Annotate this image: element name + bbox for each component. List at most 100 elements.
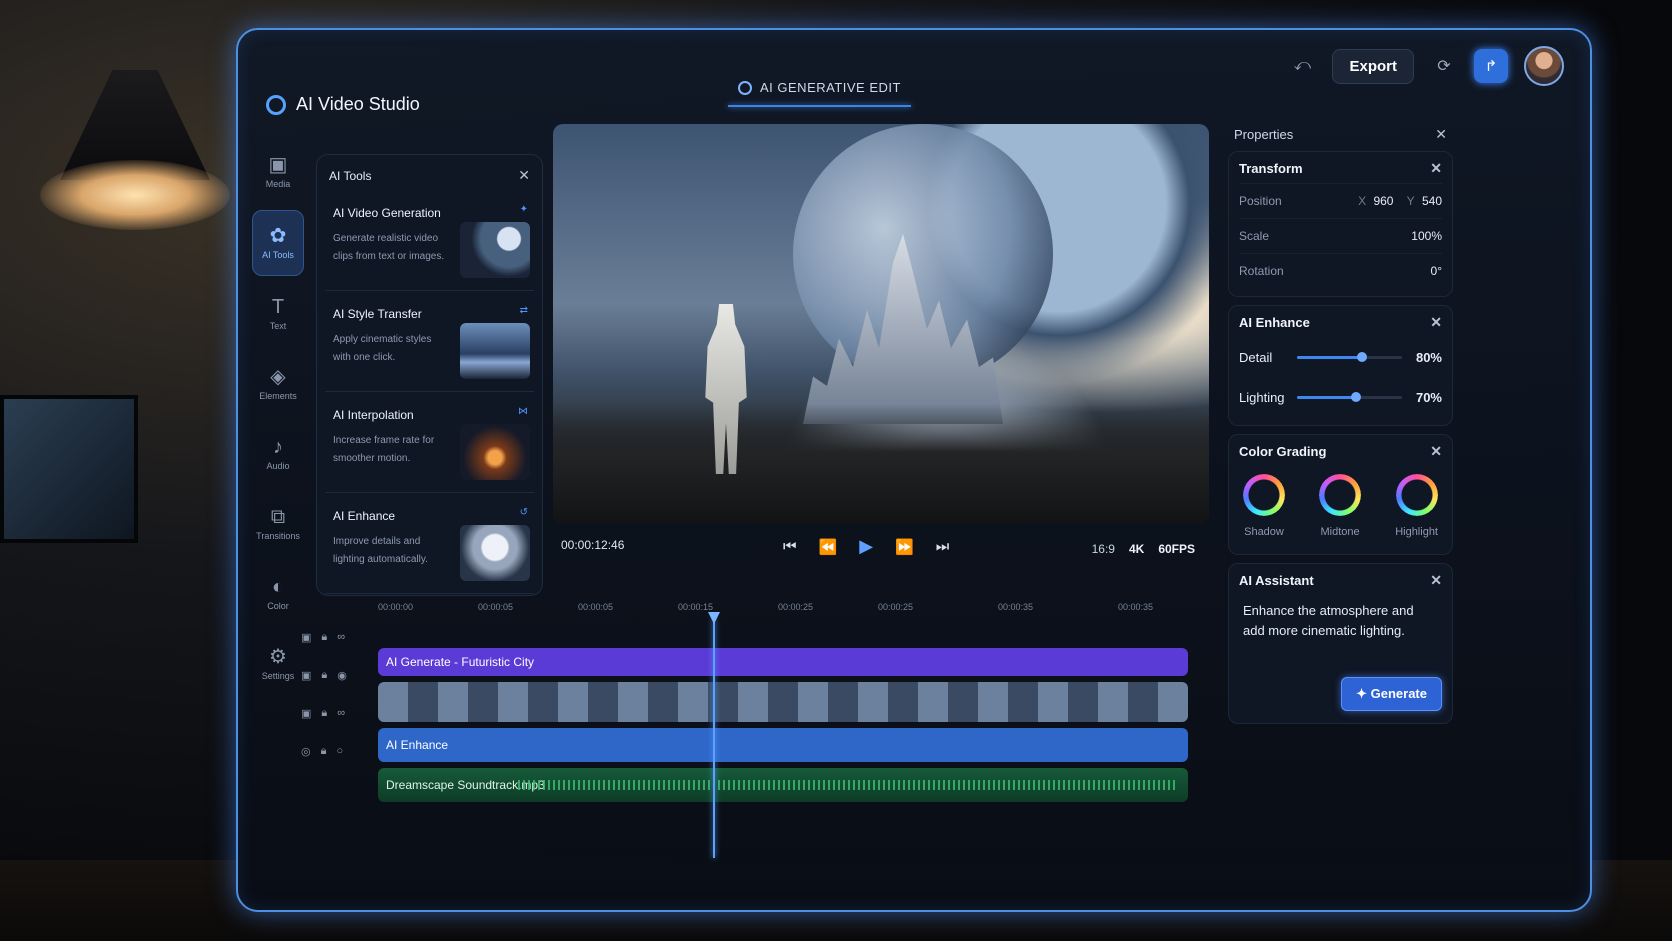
video-track-icon[interactable]: ▣ — [301, 669, 311, 682]
video-track-icon[interactable]: ▣ — [301, 631, 311, 644]
sidebar-item-elements[interactable]: ◈ Elements — [252, 352, 304, 416]
timeline-clip-enhance[interactable]: AI Enhance — [378, 728, 1188, 762]
export-button[interactable]: Export — [1332, 48, 1414, 84]
color-icon: ◐ — [271, 576, 285, 598]
sidebar-item-transitions[interactable]: ⧉ Transitions — [252, 492, 304, 556]
sidebar-item-ai-tools[interactable]: ✿ AI Tools — [252, 210, 304, 276]
tool-card-desc: Increase frame rate for smoother motion. — [333, 435, 435, 464]
skip-start-icon[interactable]: ⏮ — [783, 538, 797, 555]
refresh-icon[interactable]: ⟳ — [1430, 52, 1458, 80]
timeline-clip-generate[interactable]: AI Generate - Futuristic City — [378, 648, 1188, 676]
lock-icon[interactable]: 🔒︎ — [321, 669, 327, 682]
step-back-icon[interactable]: ⏪ — [819, 538, 838, 556]
text-icon: T — [271, 296, 285, 318]
resolution-badge[interactable]: 4K — [1129, 542, 1144, 556]
tool-card-video-generation[interactable]: AI Video Generation Generate realistic v… — [325, 198, 534, 291]
wheel-label: Shadow — [1244, 526, 1284, 538]
color-grading-header: Color Grading ✕ — [1239, 443, 1442, 460]
sidebar-item-media[interactable]: ▣ Media — [252, 140, 304, 204]
scale-label: Scale — [1239, 229, 1270, 243]
step-forward-icon[interactable]: ⏩ — [895, 538, 914, 556]
lighting-slider-row: Lighting 70% — [1239, 377, 1442, 417]
x-input[interactable]: 960 — [1373, 194, 1393, 208]
video-preview[interactable] — [553, 124, 1209, 524]
detail-slider-handle[interactable] — [1357, 351, 1368, 362]
scale-input[interactable]: 100% — [1411, 229, 1442, 243]
close-icon[interactable]: ✕ — [1430, 572, 1442, 589]
close-icon[interactable]: ✕ — [1430, 443, 1442, 460]
lock-icon[interactable]: 🔒︎ — [321, 631, 327, 644]
transform-header: Transform ✕ — [1239, 160, 1442, 177]
link-icon[interactable]: ∞ — [337, 631, 345, 643]
workspace-title[interactable]: AI GENERATIVE EDIT — [728, 80, 911, 107]
tool-card-enhance[interactable]: AI Enhance Improve details and lighting … — [325, 501, 534, 594]
aspect-ratio[interactable]: 16:9 — [1092, 542, 1115, 556]
y-label: Y — [1406, 194, 1415, 208]
playback-bar: 00:00:12:46 ⏮ ⏪ ▶ ⏩ ⏭ 16:9 4K 60FPS — [553, 524, 1209, 584]
lock-icon[interactable]: 🔒︎ — [321, 745, 327, 758]
detail-slider[interactable] — [1297, 351, 1402, 362]
close-icon[interactable]: ✕ — [1430, 314, 1442, 331]
generative-edit-icon — [738, 80, 752, 95]
timeline-clip-audio[interactable]: Dreamscape Soundtrack.mp3 — [378, 768, 1188, 802]
fps-badge[interactable]: 60FPS — [1158, 542, 1195, 556]
sparkle-icon: ✦ — [1356, 686, 1371, 701]
media-icon: ▣ — [268, 154, 288, 176]
lamp-glow — [40, 160, 230, 230]
generate-label: Generate — [1370, 686, 1427, 701]
audio-track-icon[interactable]: ◎ — [301, 745, 311, 758]
sidebar-item-audio[interactable]: ♪ Audio — [252, 422, 304, 486]
sidebar-item-text[interactable]: T Text — [252, 282, 304, 346]
ai-tools-panel: AI Tools ✕ AI Video Generation Generate … — [316, 154, 543, 596]
close-icon[interactable]: ✕ — [1435, 126, 1447, 143]
tool-thumbnail — [460, 222, 530, 278]
share-icon: ↱ — [1484, 58, 1498, 75]
assistant-prompt-input[interactable]: Enhance the atmosphere and add more cine… — [1239, 595, 1442, 673]
mute-icon[interactable]: ○ — [336, 745, 343, 757]
link-icon[interactable]: ∞ — [337, 707, 345, 719]
generate-button[interactable]: ✦ Generate — [1341, 677, 1442, 711]
app-title: AI Video Studio — [296, 94, 420, 114]
lighting-slider[interactable] — [1297, 391, 1402, 402]
highlight-wheel[interactable]: Highlight — [1395, 474, 1438, 538]
lighting-slider-fill — [1297, 395, 1356, 399]
timeline-ruler[interactable]: 00:00:00 00:00:05 00:00:05 00:00:15 00:0… — [378, 602, 1178, 622]
brand: AI Video Studio — [266, 94, 420, 115]
tool-card-style-transfer[interactable]: AI Style Transfer Apply cinematic styles… — [325, 299, 534, 392]
lighting-label: Lighting — [1239, 389, 1285, 405]
timeline-playhead[interactable] — [713, 618, 715, 858]
timecode: 00:00:12:46 — [561, 538, 625, 552]
lighting-slider-handle[interactable] — [1350, 391, 1361, 402]
video-track-icon[interactable]: ▣ — [301, 707, 311, 720]
timeline-clip-video-frames[interactable] — [378, 682, 1188, 722]
eye-icon[interactable]: ◉ — [337, 669, 347, 682]
undo-icon[interactable]: ⤺ — [1288, 52, 1316, 80]
tool-card-desc: Improve details and lighting automatical… — [333, 536, 428, 565]
user-avatar[interactable] — [1524, 46, 1564, 86]
ruler-tick: 00:00:35 — [998, 602, 1034, 612]
sidebar-item-label: Elements — [259, 391, 297, 401]
ai-assistant-header: AI Assistant ✕ — [1239, 572, 1442, 589]
tool-card-interpolation[interactable]: AI Interpolation Increase frame rate for… — [325, 400, 534, 493]
midtone-wheel[interactable]: Midtone — [1319, 474, 1362, 538]
lock-icon[interactable]: 🔒︎ — [321, 707, 327, 720]
tool-card-desc: Generate realistic video clips from text… — [333, 233, 445, 262]
ruler-tick: 00:00:00 — [378, 602, 414, 612]
color-grading-section: Color Grading ✕ Shadow Midtone Highlight — [1228, 434, 1453, 555]
skip-end-icon[interactable]: ⏭ — [936, 538, 950, 555]
close-icon[interactable]: ✕ — [1430, 160, 1442, 177]
studio-logo-icon — [266, 94, 286, 115]
y-input[interactable]: 540 — [1422, 194, 1442, 208]
play-icon[interactable]: ▶ — [859, 536, 873, 557]
app-window: AI Video Studio AI GENERATIVE EDIT ⤺ Exp… — [236, 28, 1592, 912]
sidebar-item-label: Transitions — [256, 531, 300, 541]
ai-tools-icon: ✿ — [269, 225, 287, 247]
x-label: X — [1358, 194, 1367, 208]
rotation-input[interactable]: 0° — [1431, 264, 1442, 278]
ai-enhance-title: AI Enhance — [1239, 315, 1310, 330]
shadow-wheel[interactable]: Shadow — [1243, 474, 1285, 538]
track-controls-row: ◎ 🔒︎ ○ — [293, 732, 373, 770]
tool-card-desc: Apply cinematic styles with one click. — [333, 334, 432, 363]
share-button[interactable]: ↱ — [1474, 49, 1508, 83]
close-icon[interactable]: ✕ — [518, 167, 530, 184]
